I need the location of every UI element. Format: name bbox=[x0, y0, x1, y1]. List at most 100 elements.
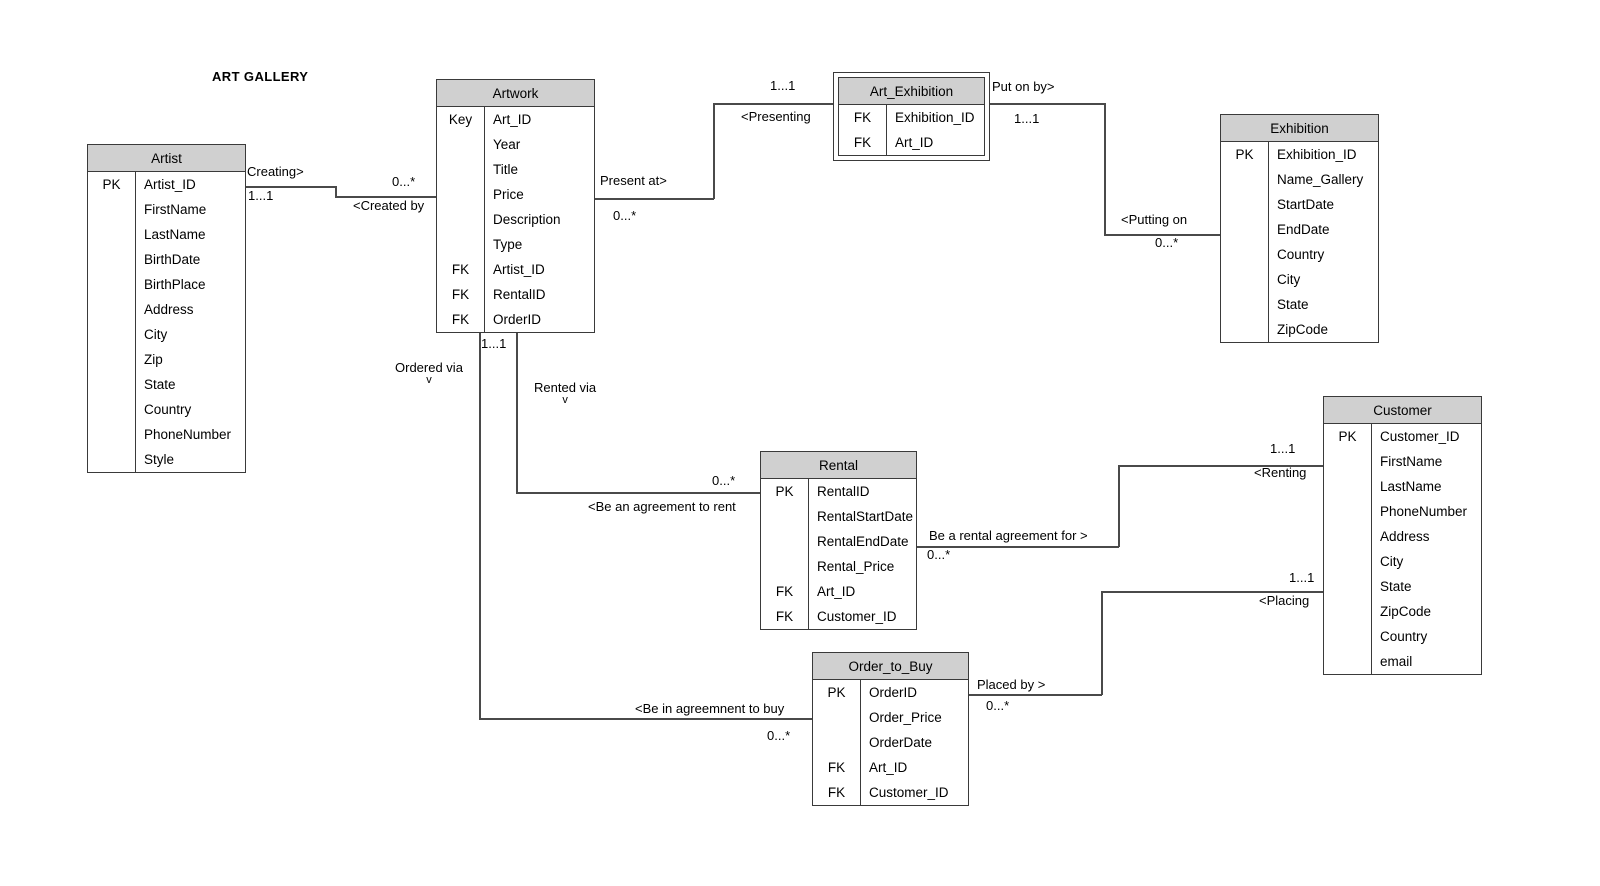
table-row[interactable]: PK OrderID bbox=[813, 680, 968, 705]
table-row[interactable]: City bbox=[1324, 549, 1481, 574]
table-row[interactable]: Country bbox=[1221, 242, 1378, 267]
table-row[interactable]: City bbox=[88, 322, 245, 347]
table-row[interactable]: State bbox=[1221, 292, 1378, 317]
table-row[interactable]: PhoneNumber bbox=[88, 422, 245, 447]
edge-label-be-agreement-to-rent: <Be an agreement to rent bbox=[588, 499, 736, 514]
table-row[interactable]: Year bbox=[437, 132, 594, 157]
table-row[interactable]: ZipCode bbox=[1221, 317, 1378, 342]
table-row[interactable]: FirstName bbox=[1324, 449, 1481, 474]
entity-art-exhibition[interactable]: Art_Exhibition FK Exhibition_ID FK Art_ID bbox=[833, 72, 990, 161]
table-row[interactable]: email bbox=[1324, 649, 1481, 674]
attr-key: FK bbox=[437, 257, 485, 282]
table-row[interactable]: FK Customer_ID bbox=[813, 780, 968, 805]
attr-name: Price bbox=[493, 187, 524, 202]
table-row[interactable]: FK Art_ID bbox=[813, 755, 968, 780]
connector-artwork-artexhibition-seg1 bbox=[595, 198, 714, 200]
table-row[interactable]: OrderDate bbox=[813, 730, 968, 755]
cardinality-artist-creating: 1...1 bbox=[248, 188, 274, 203]
entity-art-exhibition-attributes: FK Exhibition_ID FK Art_ID bbox=[839, 105, 984, 155]
attr-name: OrderID bbox=[493, 312, 542, 327]
entity-exhibition[interactable]: Exhibition PK Exhibition_ID Name_Gallery … bbox=[1220, 114, 1379, 343]
table-row[interactable]: State bbox=[1324, 574, 1481, 599]
entity-artwork[interactable]: Artwork Key Art_ID Year Title Price Descr… bbox=[436, 79, 595, 333]
attr-key bbox=[88, 372, 136, 397]
table-row[interactable]: LastName bbox=[88, 222, 245, 247]
table-row[interactable]: Rental_Price bbox=[761, 554, 916, 579]
attr-key: PK bbox=[1324, 424, 1372, 449]
table-row[interactable]: PK Customer_ID bbox=[1324, 424, 1481, 449]
table-row[interactable]: EndDate bbox=[1221, 217, 1378, 242]
table-row[interactable]: City bbox=[1221, 267, 1378, 292]
attr-name: BirthPlace bbox=[144, 277, 206, 292]
table-row[interactable]: FK Customer_ID bbox=[761, 604, 916, 629]
table-row[interactable]: PK Artist_ID bbox=[88, 172, 245, 197]
table-row[interactable]: PK RentalID bbox=[761, 479, 916, 504]
edge-label-placed-by: Placed by > bbox=[977, 677, 1046, 692]
attr-name: Customer_ID bbox=[817, 609, 897, 624]
table-row[interactable]: Description bbox=[437, 207, 594, 232]
attr-name: Art_ID bbox=[817, 584, 856, 599]
entity-customer[interactable]: Customer PK Customer_ID FirstName LastNam… bbox=[1323, 396, 1482, 675]
attr-name: Exhibition_ID bbox=[895, 110, 975, 125]
attr-key bbox=[88, 272, 136, 297]
table-row[interactable]: Address bbox=[1324, 524, 1481, 549]
attr-name: RentalEndDate bbox=[817, 534, 909, 549]
chevron-down-icon-rented: v bbox=[562, 394, 568, 406]
table-row[interactable]: FK Artist_ID bbox=[437, 257, 594, 282]
attr-key bbox=[437, 232, 485, 257]
table-row[interactable]: Country bbox=[1324, 624, 1481, 649]
attr-name: PhoneNumber bbox=[1380, 504, 1468, 519]
attr-key bbox=[1324, 599, 1372, 624]
attr-key bbox=[88, 347, 136, 372]
attr-key bbox=[761, 504, 809, 529]
attr-name: Country bbox=[144, 402, 192, 417]
table-row[interactable]: Price bbox=[437, 182, 594, 207]
table-row[interactable]: BirthPlace bbox=[88, 272, 245, 297]
entity-artist[interactable]: Artist PK Artist_ID FirstName LastName Bi… bbox=[87, 144, 246, 473]
ordered-via-text: Ordered via bbox=[395, 360, 463, 375]
table-row[interactable]: FK OrderID bbox=[437, 307, 594, 332]
table-row[interactable]: Country bbox=[88, 397, 245, 422]
table-row[interactable]: Zip bbox=[88, 347, 245, 372]
table-row[interactable]: FirstName bbox=[88, 197, 245, 222]
attr-name: Type bbox=[493, 237, 523, 252]
attr-name: ZipCode bbox=[1277, 322, 1329, 337]
table-row[interactable]: Key Art_ID bbox=[437, 107, 594, 132]
table-row[interactable]: FK RentalID bbox=[437, 282, 594, 307]
attr-key bbox=[88, 422, 136, 447]
table-row[interactable]: BirthDate bbox=[88, 247, 245, 272]
table-row[interactable]: Type bbox=[437, 232, 594, 257]
cardinality-artwork-down: 1...1 bbox=[481, 336, 507, 351]
table-row[interactable]: StartDate bbox=[1221, 192, 1378, 217]
attr-name: StartDate bbox=[1277, 197, 1335, 212]
attr-key bbox=[437, 132, 485, 157]
attr-key: FK bbox=[761, 579, 809, 604]
connector-ordertobuy-customer-seg2 bbox=[1101, 591, 1103, 695]
attr-name: FirstName bbox=[1380, 454, 1443, 469]
table-row[interactable]: Order_Price bbox=[813, 705, 968, 730]
table-row[interactable]: Style bbox=[88, 447, 245, 472]
attr-name: City bbox=[1277, 272, 1301, 287]
table-row[interactable]: PhoneNumber bbox=[1324, 499, 1481, 524]
entity-rental[interactable]: Rental PK RentalID RentalStartDate Rental… bbox=[760, 451, 917, 630]
table-row[interactable]: ZipCode bbox=[1324, 599, 1481, 624]
table-row[interactable]: LastName bbox=[1324, 474, 1481, 499]
table-row[interactable]: FK Exhibition_ID bbox=[839, 105, 984, 130]
table-row[interactable]: RentalEndDate bbox=[761, 529, 916, 554]
table-row[interactable]: State bbox=[88, 372, 245, 397]
entity-customer-title: Customer bbox=[1324, 397, 1481, 424]
connector-rental-customer-seg2 bbox=[1118, 465, 1120, 547]
attr-key bbox=[1221, 292, 1269, 317]
table-row[interactable]: PK Exhibition_ID bbox=[1221, 142, 1378, 167]
table-row[interactable]: Address bbox=[88, 297, 245, 322]
table-row[interactable]: FK Art_ID bbox=[761, 579, 916, 604]
attr-key bbox=[1221, 242, 1269, 267]
table-row[interactable]: RentalStartDate bbox=[761, 504, 916, 529]
attr-key bbox=[1221, 192, 1269, 217]
entity-order-to-buy[interactable]: Order_to_Buy PK OrderID Order_Price Order… bbox=[812, 652, 969, 806]
table-row[interactable]: Name_Gallery bbox=[1221, 167, 1378, 192]
connector-artexhibition-exhibition-seg1 bbox=[990, 103, 1105, 105]
table-row[interactable]: FK Art_ID bbox=[839, 130, 984, 155]
table-row[interactable]: Title bbox=[437, 157, 594, 182]
attr-name: Name_Gallery bbox=[1277, 172, 1364, 187]
